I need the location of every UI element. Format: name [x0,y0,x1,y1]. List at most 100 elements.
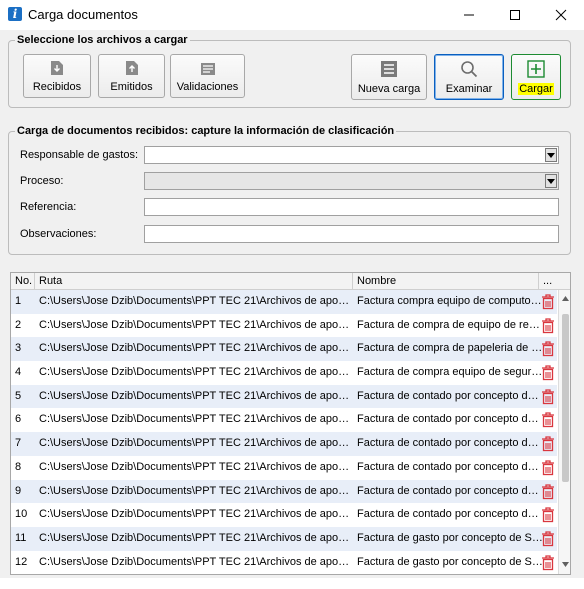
row-number: 9 [15,484,22,497]
grid-rows: 1 C:\Users\Jose Dzib\Documents\PPT TEC 21… [11,290,557,574]
chevron-down-icon[interactable] [545,174,557,188]
table-row[interactable]: 9 C:\Users\Jose Dzib\Documents\PPT TEC 21… [11,479,557,504]
trash-icon[interactable] [541,507,555,523]
trash-icon[interactable] [541,436,555,452]
row-name: Factura de contado por concepto de se... [357,437,543,450]
minimize-icon [464,14,474,16]
trash-icon[interactable] [541,483,555,500]
row-number: 7 [15,437,22,450]
row-number: 2 [15,318,22,331]
validaciones-button[interactable]: Validaciones [170,54,245,98]
column-header-more[interactable]: ... [539,273,558,290]
maximize-button[interactable] [492,0,538,30]
observaciones-label: Observaciones: [20,228,97,240]
row-number: 1 [15,295,22,307]
cargar-label: Cargar [518,83,554,95]
row-number: 4 [15,366,22,379]
trash-icon[interactable] [541,531,555,547]
documents-grid: No. Ruta Nombre ... 1 C:\Users\Jose Dzib\… [10,272,571,575]
row-name: Factura de gasto por concepto de Servi..… [357,531,543,544]
scroll-up-icon[interactable] [561,294,570,303]
vertical-scrollbar[interactable] [558,290,570,574]
table-row[interactable]: 4 C:\Users\Jose Dzib\Documents\PPT TEC 21… [11,361,557,385]
chevron-down-icon[interactable] [545,148,557,162]
grid-header: No. Ruta Nombre ... [11,273,570,290]
validate-doc-icon [200,63,215,75]
row-name: Factura de contado por concepto de se... [357,460,543,473]
row-number: 12 [15,555,28,568]
table-row[interactable]: 1 C:\Users\Jose Dzib\Documents\PPT TEC 21… [11,290,557,314]
table-row[interactable]: 7 C:\Users\Jose Dzib\Documents\PPT TEC 21… [11,432,557,456]
proceso-dropdown[interactable] [144,172,559,190]
referencia-label: Referencia: [20,201,77,213]
table-row[interactable]: 8 C:\Users\Jose Dzib\Documents\PPT TEC 21… [11,456,557,480]
table-row[interactable]: 12 C:\Users\Jose Dzib\Documents\PPT TEC 2… [11,551,557,574]
column-header-ruta[interactable]: Ruta [35,273,353,290]
trash-icon[interactable] [541,294,555,310]
cargar-button[interactable]: Cargar [511,54,561,100]
row-path: C:\Users\Jose Dzib\Documents\PPT TEC 21\… [39,389,353,402]
scroll-down-icon[interactable] [561,560,570,569]
minimize-button[interactable] [446,0,492,30]
row-name: Factura de compra equipo de segurida... [357,366,543,379]
table-row[interactable]: 11 C:\Users\Jose Dzib\Documents\PPT TEC 2… [11,526,557,551]
row-name: Factura de gasto por concepto de Servi..… [357,555,543,568]
row-path: C:\Users\Jose Dzib\Documents\PPT TEC 21\… [39,413,353,426]
trash-icon[interactable] [541,341,555,357]
new-load-icon [381,61,397,77]
table-row[interactable]: 2 C:\Users\Jose Dzib\Documents\PPT TEC 21… [11,314,557,338]
recibidos-label: Recibidos [32,81,82,93]
table-row[interactable]: 5 C:\Users\Jose Dzib\Documents\PPT TEC 21… [11,384,557,409]
row-name: Factura de contado por concepto de se... [357,508,543,521]
nueva-carga-label: Nueva carga [357,83,421,95]
add-icon [527,60,545,78]
row-path: C:\Users\Jose Dzib\Documents\PPT TEC 21\… [39,366,353,379]
row-path: C:\Users\Jose Dzib\Documents\PPT TEC 21\… [39,555,353,568]
scrollbar-thumb[interactable] [562,314,569,482]
file-selection-legend: Seleccione los archivos a cargar [15,34,190,46]
table-row[interactable]: 3 C:\Users\Jose Dzib\Documents\PPT TEC 21… [11,337,557,362]
row-path: C:\Users\Jose Dzib\Documents\PPT TEC 21\… [39,342,353,355]
examinar-button[interactable]: Examinar [434,54,504,100]
recibidos-button[interactable]: Recibidos [23,54,91,98]
row-path: C:\Users\Jose Dzib\Documents\PPT TEC 21\… [39,508,353,521]
trash-icon[interactable] [541,412,555,428]
close-icon [555,9,567,21]
row-number: 10 [15,508,28,521]
row-name: Factura compra equipo de computo co... [357,295,543,307]
trash-icon[interactable] [541,365,555,381]
nueva-carga-button[interactable]: Nueva carga [351,54,427,100]
trash-icon[interactable] [541,554,555,571]
row-name: Factura de compra de papeleria de ofic..… [357,342,543,355]
row-name: Factura de contado por concepto de m... [357,389,543,402]
responsable-label: Responsable de gastos: [20,149,139,161]
app-icon: i [8,7,22,21]
column-header-nombre[interactable]: Nombre [353,273,539,290]
table-row[interactable]: 10 C:\Users\Jose Dzib\Documents\PPT TEC 2… [11,503,557,527]
row-number: 5 [15,389,22,402]
observaciones-input[interactable] [144,225,559,243]
trash-icon[interactable] [541,389,555,405]
upload-doc-icon [125,61,138,75]
row-number: 11 [15,531,27,544]
row-number: 3 [15,342,22,355]
proceso-label: Proceso: [20,175,64,187]
background-strip [0,578,584,589]
trash-icon[interactable] [541,460,555,476]
row-name: Factura de contado por concepto de m... [357,413,543,426]
emitidos-button[interactable]: Emitidos [98,54,165,98]
row-path: C:\Users\Jose Dzib\Documents\PPT TEC 21\… [39,318,353,331]
trash-icon[interactable] [541,318,555,334]
table-row[interactable]: 6 C:\Users\Jose Dzib\Documents\PPT TEC 21… [11,408,557,432]
referencia-input[interactable] [144,198,559,216]
classification-legend: Carga de documentos recibidos: capture l… [15,125,397,137]
row-name: Factura de compra de equipo de repart... [357,318,543,331]
column-header-no[interactable]: No. [11,273,35,290]
row-path: C:\Users\Jose Dzib\Documents\PPT TEC 21\… [39,437,353,450]
responsable-dropdown[interactable] [144,146,559,164]
row-path: C:\Users\Jose Dzib\Documents\PPT TEC 21\… [39,460,353,473]
emitidos-label: Emitidos [110,81,153,93]
row-path: C:\Users\Jose Dzib\Documents\PPT TEC 21\… [39,484,353,497]
close-button[interactable] [538,0,584,30]
row-number: 8 [15,460,22,473]
